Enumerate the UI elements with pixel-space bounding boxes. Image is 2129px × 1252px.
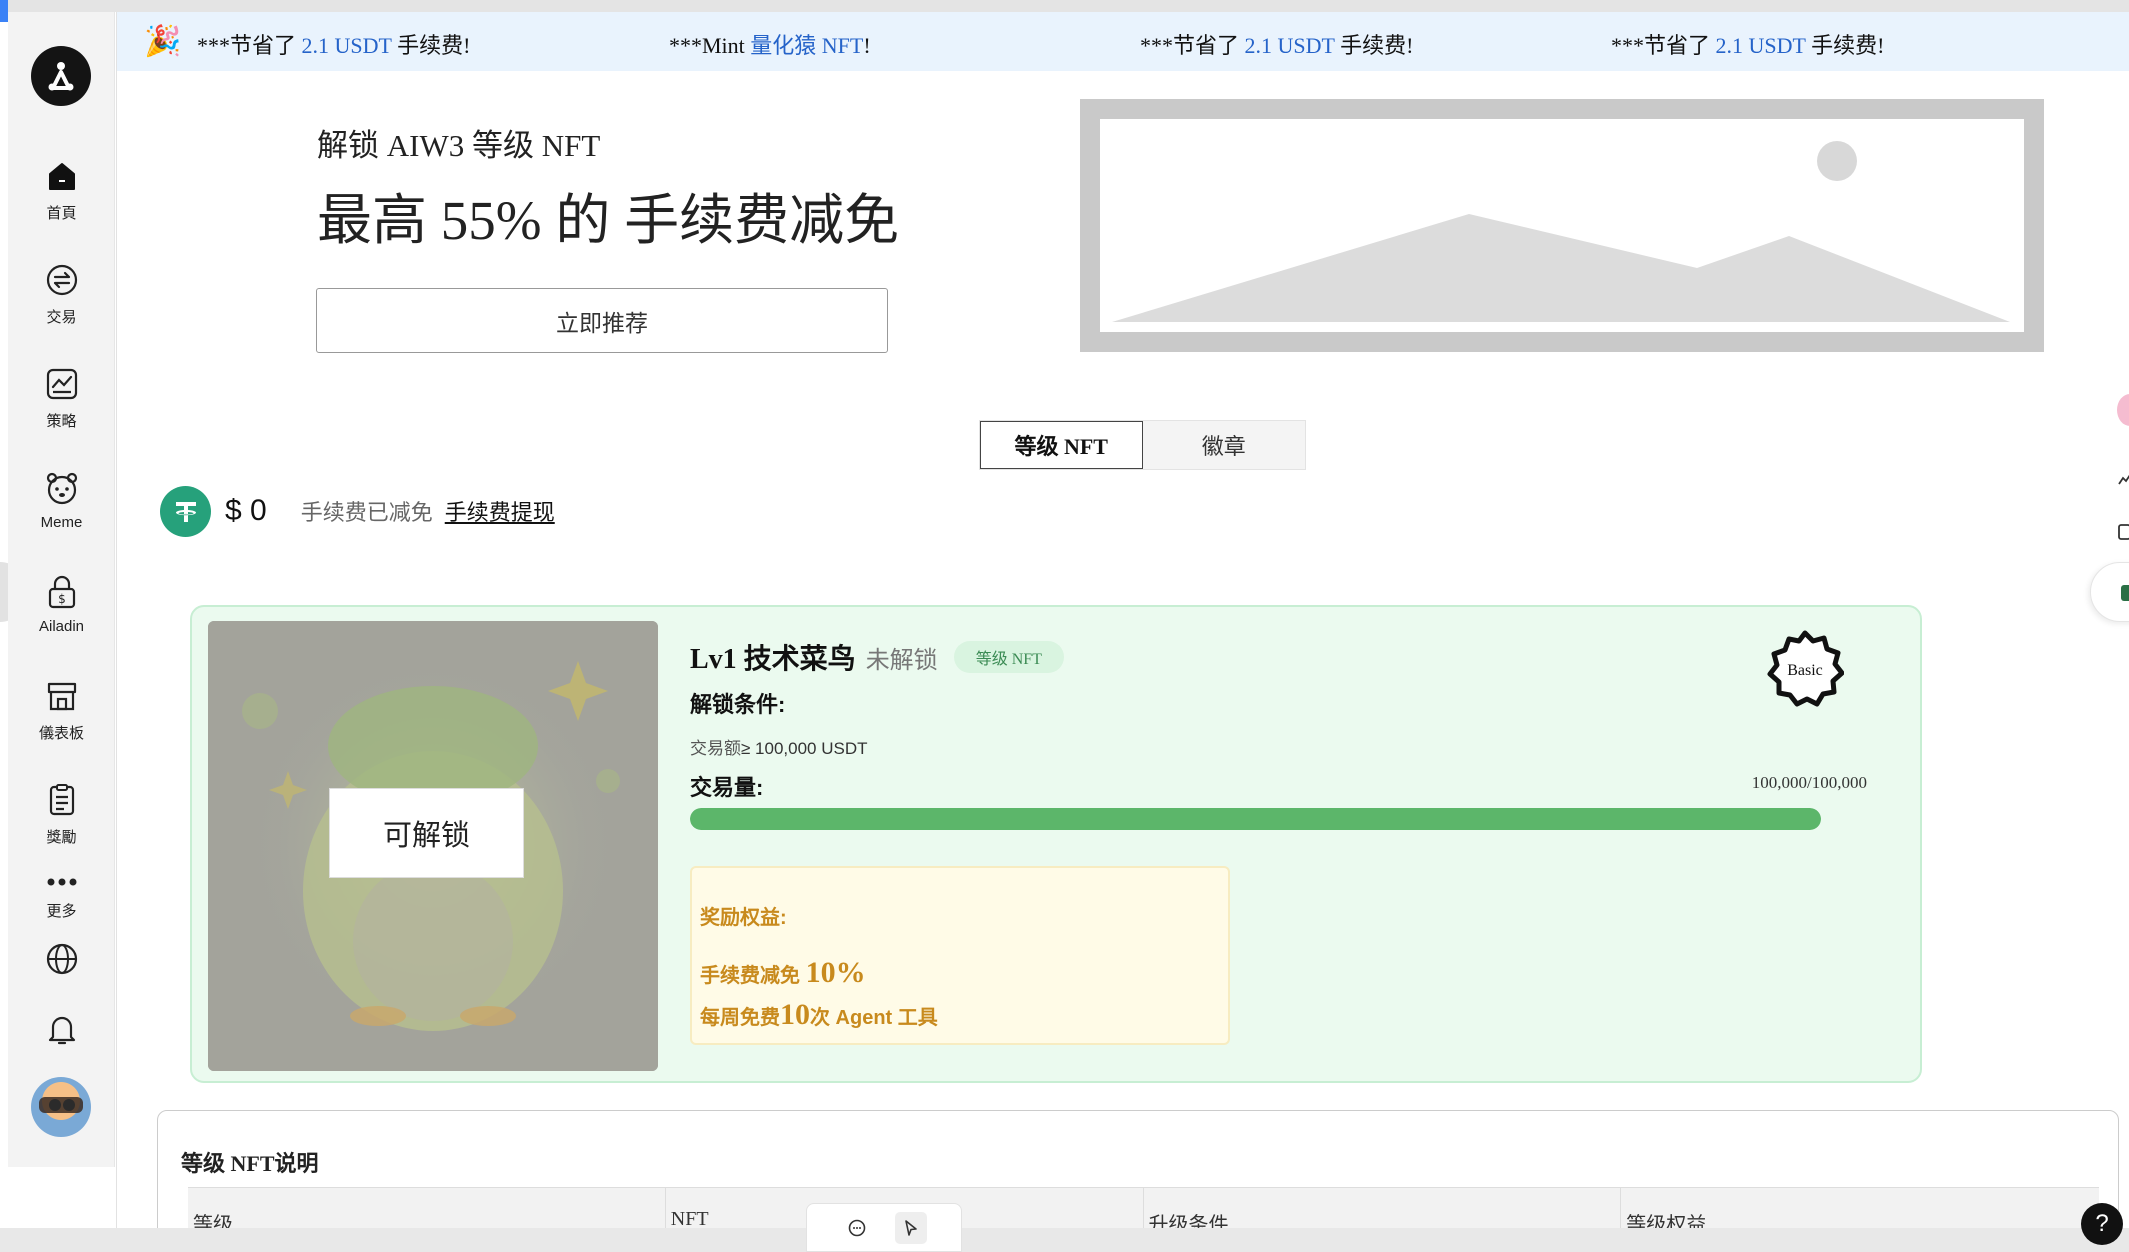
sidebar-item-label: 策略 bbox=[46, 413, 77, 430]
more-dots-icon bbox=[47, 878, 76, 886]
window-bottom-strip bbox=[0, 1228, 2129, 1252]
svg-text:$: $ bbox=[58, 592, 66, 606]
floating-toolbar bbox=[806, 1203, 962, 1252]
hero-image-placeholder bbox=[1080, 99, 2044, 352]
sidebar-item-rewards[interactable]: 獎勵 bbox=[8, 782, 115, 872]
sidebar-item-strategy[interactable]: 策略 bbox=[8, 366, 115, 456]
party-popper-icon: 🎉 bbox=[144, 25, 182, 58]
meme-face-icon bbox=[46, 472, 77, 505]
trade-volume-progress bbox=[690, 808, 1821, 830]
reward-agent-tools: 每周免费10次 Agent 工具 bbox=[700, 998, 938, 1031]
sidebar-item-dashboard[interactable]: 儀表板 bbox=[8, 678, 115, 768]
refer-now-button[interactable]: 立即推荐 bbox=[316, 288, 888, 353]
avatar-goggles bbox=[39, 1097, 83, 1113]
fee-withdraw-link[interactable]: 手续费提现 bbox=[445, 495, 555, 527]
sidebar-item-ailadin[interactable]: $ Ailadin bbox=[8, 574, 115, 664]
tab-level-nft[interactable]: 等级 NFT bbox=[980, 421, 1143, 469]
reward-fee-discount: 手续费减免 10% bbox=[700, 956, 866, 989]
sidebar-item-label: 獎勵 bbox=[46, 829, 77, 846]
avatar[interactable] bbox=[31, 1077, 91, 1137]
sidebar-item-home[interactable]: 首頁 bbox=[8, 158, 115, 248]
sidebar-item-label: Ailadin bbox=[38, 618, 85, 635]
strategy-chart-icon bbox=[46, 368, 77, 400]
sidebar-item-more[interactable]: 更多 bbox=[8, 872, 115, 942]
tier-badge-label: Basic bbox=[1787, 662, 1823, 679]
nft-lock-status: 未解锁 bbox=[865, 646, 938, 674]
tab-badges[interactable]: 徽章 bbox=[1143, 421, 1306, 469]
ticker-message: ***节省了 2.1 USDT 手续费! bbox=[197, 33, 471, 58]
pointer-tool-button[interactable] bbox=[895, 1211, 927, 1244]
edge-chart-icon[interactable] bbox=[2117, 470, 2129, 490]
chat-bubble-icon bbox=[848, 1219, 866, 1236]
avatar-eye bbox=[49, 1099, 61, 1111]
progress-fill bbox=[690, 808, 1821, 830]
usdt-icon bbox=[160, 485, 211, 537]
sidebar-item-label: 交易 bbox=[46, 309, 77, 326]
image-placeholder-icon bbox=[1112, 141, 2010, 322]
nft-type-badge: 等级 NFT bbox=[953, 641, 1064, 673]
basic-tier-badge: Basic bbox=[1767, 630, 1844, 707]
table-title: 等级 NFT说明 bbox=[181, 1151, 319, 1176]
sidebar-item-label: 首頁 bbox=[46, 205, 77, 222]
logo-mark-icon bbox=[48, 62, 74, 91]
comment-tool-button[interactable] bbox=[841, 1212, 873, 1244]
hero-subtitle: 解锁 AIW3 等级 NFT bbox=[317, 128, 601, 163]
nft-level-name: Lv1 技术菜鸟 bbox=[690, 644, 856, 675]
trade-volume-value: 100,000/100,000 bbox=[1751, 773, 1867, 792]
edge-tab-icon bbox=[2121, 585, 2129, 601]
app-logo[interactable] bbox=[31, 46, 91, 106]
ticker-message: ***Mint 量化猿 NFT! bbox=[669, 33, 871, 58]
trade-volume-title: 交易量: bbox=[690, 775, 764, 800]
sidebar: 首頁 交易 策略 Meme $ Ailadin 儀表板 獎勵 更多 bbox=[8, 12, 115, 1167]
fee-summary: $ 0 手续费已减免 手续费提现 bbox=[160, 485, 555, 537]
store-icon bbox=[47, 682, 76, 711]
nft-image: 可解锁 bbox=[208, 621, 658, 1071]
lock-dollar-icon: $ bbox=[48, 575, 75, 609]
clipboard-icon bbox=[49, 784, 74, 816]
edge-clipboard-icon[interactable] bbox=[2117, 522, 2129, 542]
fee-saved-amount: $ 0 bbox=[225, 494, 267, 527]
sidebar-item-label: Meme bbox=[40, 514, 83, 531]
bell-icon[interactable] bbox=[44, 1011, 80, 1047]
window-accent bbox=[0, 0, 8, 22]
globe-icon[interactable] bbox=[44, 941, 80, 977]
sidebar-item-meme[interactable]: Meme bbox=[8, 470, 115, 560]
reward-benefits-box: 奖励权益: 手续费减免 10% 每周免费10次 Agent 工具 bbox=[690, 866, 1230, 1045]
main-content: 🎉 ***节省了 2.1 USDT 手续费! ***Mint 量化猿 NFT! … bbox=[116, 12, 2129, 1250]
window-top-strip bbox=[0, 0, 2129, 22]
sidebar-item-trade[interactable]: 交易 bbox=[8, 262, 115, 352]
nft-level-header: Lv1 技术菜鸟 未解锁 等级 NFT bbox=[690, 637, 1064, 677]
help-button[interactable]: ? bbox=[2081, 1203, 2123, 1245]
fee-saved-label: 手续费已减免 bbox=[300, 500, 433, 525]
hero-title: 最高 55% 的 手续费减免 bbox=[317, 190, 900, 251]
activity-ticker: 🎉 ***节省了 2.1 USDT 手续费! ***Mint 量化猿 NFT! … bbox=[117, 12, 2129, 71]
sidebar-item-label: 更多 bbox=[46, 903, 77, 920]
nft-level-card: 可解锁 Lv1 技术菜鸟 未解锁 等级 NFT 解锁条件: 交易额≥ 100,0… bbox=[190, 605, 1922, 1083]
unlock-condition-value: 交易额≥ 100,000 USDT bbox=[690, 739, 868, 758]
sidebar-item-label: 儀表板 bbox=[38, 725, 84, 742]
nft-tab-bar: 等级 NFT 徽章 bbox=[979, 420, 1306, 470]
ticker-message: ***节省了 2.1 USDT 手续费! bbox=[1140, 33, 1414, 58]
home-icon bbox=[48, 163, 75, 190]
avatar-eye bbox=[63, 1099, 75, 1111]
unlock-condition-title: 解锁条件: bbox=[690, 692, 786, 717]
exchange-icon bbox=[46, 264, 77, 296]
unlock-button[interactable]: 可解锁 bbox=[329, 788, 524, 878]
cursor-arrow-icon bbox=[905, 1219, 917, 1236]
ticker-message: ***节省了 2.1 USDT 手续费! bbox=[1611, 33, 1885, 58]
reward-title: 奖励权益: bbox=[700, 907, 787, 929]
